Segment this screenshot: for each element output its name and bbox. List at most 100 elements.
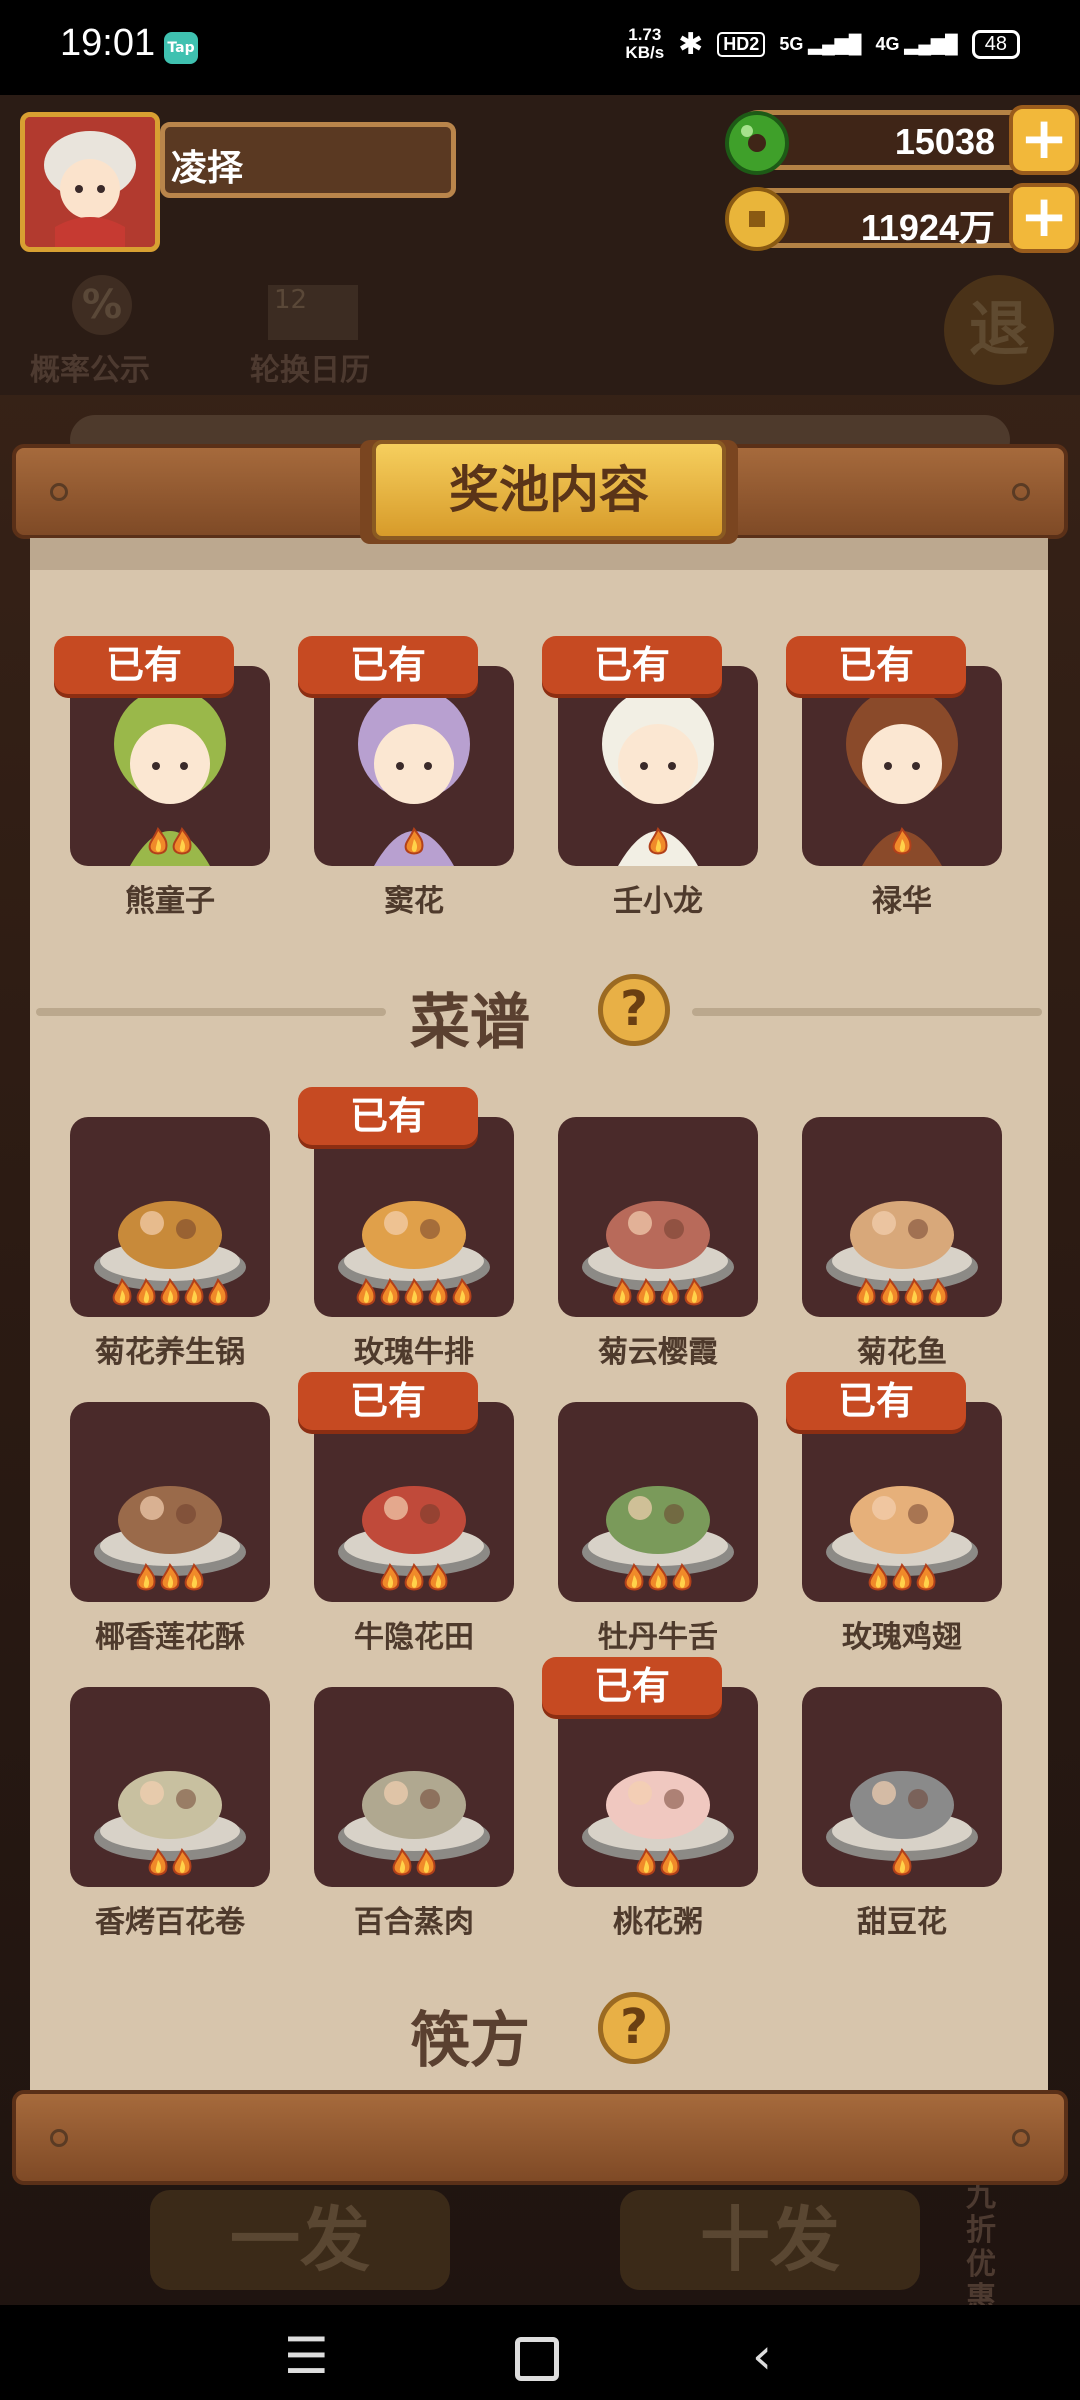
recipe-name: 香烤百花卷 [95,1905,245,1940]
owned-badge: 已有 [786,1372,966,1430]
character-portrait[interactable] [558,666,758,866]
recipe-name: 桃花粥 [613,1905,703,1940]
dish-image[interactable] [314,1402,514,1602]
rarity-flames [558,1848,758,1885]
divider-right [692,1008,1042,1016]
prize-pool-panel[interactable]: 已有 熊童子 已有 窦花 已有 壬小龙 已有 禄华 菜谱 ? 菊花养生锅 已有 玫瑰牛排 菊云樱霞菊… [30,538,1048,2093]
character-portrait[interactable] [70,666,270,866]
owned-badge: 已有 [542,1657,722,1715]
menu-icon[interactable]: ☰ [284,2327,329,2385]
ten-draw-button[interactable]: 十发 [620,2190,920,2290]
recipe-name: 百合蒸肉 [354,1905,474,1940]
coin-amount: 11924万 [860,207,995,248]
player-name-bar: 凌择 [160,122,456,198]
owned-badge: 已有 [542,636,722,694]
character-name: 禄华 [872,884,932,919]
owned-badge: 已有 [298,1372,478,1430]
divider-left [36,1008,386,1016]
add-coin-button[interactable]: + [1009,183,1079,253]
recipe-help-icon[interactable]: ? [598,974,670,1046]
next-help-icon[interactable]: ? [598,1992,670,2064]
character-name: 壬小龙 [613,884,703,919]
dish-image[interactable] [314,1687,514,1887]
rarity-flames [70,1848,270,1885]
back-icon[interactable]: ‹ [752,2327,772,2385]
dish-image[interactable] [70,1687,270,1887]
calendar-icon: 12 [268,285,358,340]
rarity-flames [802,1563,1002,1600]
next-section-header: 筷方 ? [30,1988,1048,2076]
avatar-portrait-icon [25,117,155,247]
dish-image[interactable] [558,1687,758,1887]
signal-4g-icon: 4G ▂▄▆█ [875,33,958,54]
jade-currency: 15038 + [725,105,1079,175]
exit-button[interactable]: 退 [944,275,1054,385]
dish-image[interactable] [70,1402,270,1602]
rarity-flames [558,1278,758,1315]
recipe-name: 甜豆花 [857,1905,947,1940]
modal-bottom-board [12,2090,1068,2185]
recipe-section-header: 菜谱 ? [30,970,1048,1058]
jade-amount: 15038 [894,121,995,162]
home-icon[interactable] [515,2323,559,2393]
recipe-name: 玫瑰鸡翅 [842,1620,962,1655]
recipe-name: 牡丹牛舌 [598,1620,718,1655]
recipe-name: 牛隐花田 [354,1620,474,1655]
recipe-name: 玫瑰牛排 [354,1335,474,1370]
rarity-flames [314,1278,514,1315]
dish-image[interactable] [314,1117,514,1317]
signal-5g-icon: 5G ▂▄▆█ [779,33,862,54]
single-draw-button[interactable]: 一发 [150,2190,450,2290]
nail-icon [1012,2129,1030,2147]
rarity-flames [70,827,270,864]
tap-app-icon: Tap [164,32,198,64]
nail-icon [1012,483,1030,501]
dish-image[interactable] [802,1402,1002,1602]
rarity-flames [558,827,758,864]
recipe-section-title: 菜谱 [410,988,530,1058]
player-name: 凌择 [171,148,244,189]
status-bar: 19:01 Tap 1.73 KB/s ✱ HD2 5G ▂▄▆█ 4G ▂▄▆… [0,0,1080,95]
probability-tab[interactable]: 概率公示 [30,345,150,389]
status-time: 19:01 [60,22,156,64]
coin-currency: 11924万 + [725,183,1079,253]
character-portrait[interactable] [314,666,514,866]
system-nav-bar: ☰ ‹ [0,2305,1080,2400]
dish-image[interactable] [802,1117,1002,1317]
battery-icon: 48 [971,29,1020,59]
modal-title-plaque: 奖池内容 [372,440,726,540]
nail-icon [50,483,68,501]
player-avatar[interactable] [20,112,160,252]
owned-badge: 已有 [298,636,478,694]
probability-icon: % [72,275,132,335]
rarity-flames [314,1848,514,1885]
rarity-flames [558,1563,758,1600]
character-name: 熊童子 [125,884,215,919]
dish-image[interactable] [558,1402,758,1602]
rarity-flames [70,1563,270,1600]
dish-image[interactable] [802,1687,1002,1887]
discount-badge: 九折优惠 [966,2179,996,2316]
character-portrait[interactable] [802,666,1002,866]
rarity-flames [314,827,514,864]
recipe-name: 椰香莲花酥 [95,1620,245,1655]
owned-badge: 已有 [298,1087,478,1145]
net-speed: 1.73 KB/s [625,25,665,62]
hd-badge: HD2 [717,31,766,57]
owned-badge: 已有 [786,636,966,694]
dish-image[interactable] [70,1117,270,1317]
recipe-name: 菊花养生锅 [95,1335,245,1370]
rarity-flames [314,1563,514,1600]
calendar-tab[interactable]: 轮换日历 [250,345,370,389]
next-section-title: 筷方 [410,2006,530,2076]
dish-image[interactable] [558,1117,758,1317]
add-jade-button[interactable]: + [1009,105,1079,175]
recipe-name: 菊云樱霞 [598,1335,718,1370]
rarity-flames [802,1848,1002,1885]
rarity-flames [70,1278,270,1315]
rarity-flames [802,1278,1002,1315]
bluetooth-icon: ✱ [678,27,704,61]
nail-icon [50,2129,68,2147]
jade-icon [725,111,789,175]
modal-title: 奖池内容 [449,461,649,519]
